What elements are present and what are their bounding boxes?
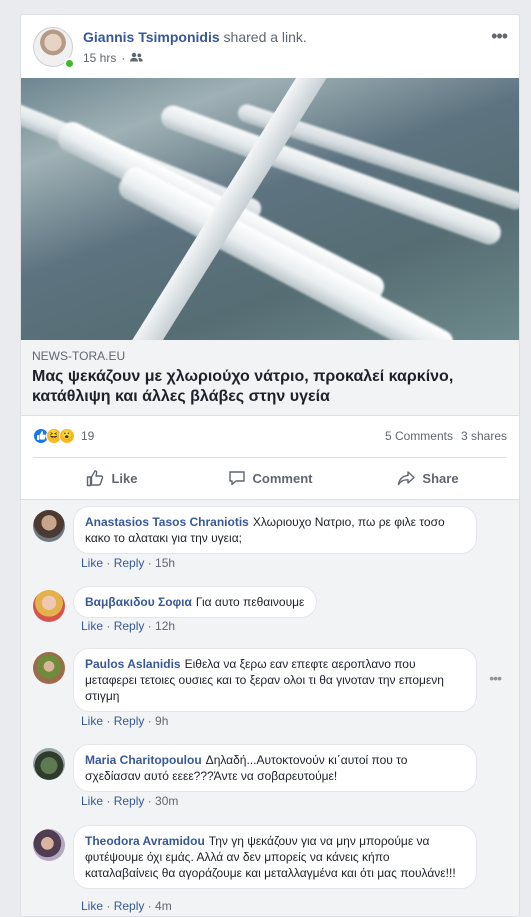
commenter-avatar[interactable] bbox=[33, 510, 65, 542]
commenter-name[interactable]: Theodora Avramidou bbox=[85, 834, 205, 848]
share-count[interactable]: 3 shares bbox=[461, 429, 507, 443]
comment: Βαμβακιδου Σοφια Για αυτο πεθαινουμε Like… bbox=[33, 586, 509, 638]
comment-time[interactable]: 12h bbox=[155, 619, 175, 633]
like-button[interactable]: Like bbox=[33, 461, 191, 495]
link-domain: NEWS-TORA.EU bbox=[32, 349, 126, 363]
comment-icon bbox=[228, 471, 245, 486]
comment-reply-link[interactable]: Reply bbox=[114, 899, 145, 913]
comment-actions: Like · Reply · 12h bbox=[81, 619, 176, 633]
comment: Maria Charitopoulou Δηλαδή...Αυτοκτονούν … bbox=[33, 744, 509, 814]
comment-actions: Like · Reply · 30m bbox=[81, 794, 179, 808]
commenter-name[interactable]: Anastasios Tasos Chraniotis bbox=[85, 515, 249, 529]
post-stats: 😆 😮 19 5 Comments 3 shares bbox=[33, 427, 507, 447]
commenter-name[interactable]: Paulos Aslanidis bbox=[85, 657, 181, 671]
author-name[interactable]: Giannis Tsimponidis bbox=[83, 29, 220, 45]
post-header: Giannis Tsimponidis shared a link. 15 hr… bbox=[33, 27, 508, 69]
post-actions: Like Comment Share bbox=[33, 461, 507, 495]
comment-button-label: Comment bbox=[252, 470, 313, 486]
link-preview[interactable]: NEWS-TORA.EU Μας ψεκάζουν με χλωριούχο ν… bbox=[21, 340, 519, 416]
share-button[interactable]: Share bbox=[349, 461, 507, 495]
comment-actions: Like · Reply · 4m bbox=[81, 899, 172, 913]
post-header-line: Giannis Tsimponidis shared a link. bbox=[83, 29, 307, 45]
comment-bubble: Βαμβακιδου Σοφια Για αυτο πεθαινουμε bbox=[73, 586, 318, 618]
comment-reply-link[interactable]: Reply bbox=[114, 714, 145, 728]
comment: Anastasios Tasos Chraniotis Χλωριουχο Νατ… bbox=[33, 506, 509, 576]
engagement-counts: 5 Comments 3 shares bbox=[385, 429, 507, 443]
share-arrow-icon bbox=[398, 471, 416, 486]
commenter-name[interactable]: Βαμβακιδου Σοφια bbox=[85, 595, 192, 609]
comment-reply-link[interactable]: Reply bbox=[114, 794, 145, 808]
comment-text: Για αυτο πεθαινουμε bbox=[195, 595, 305, 609]
comment-actions: Like · Reply · 15h bbox=[81, 556, 176, 570]
commenter-avatar[interactable] bbox=[33, 590, 65, 622]
commenter-name[interactable]: Maria Charitopoulou bbox=[85, 753, 202, 767]
like-button-label: Like bbox=[111, 470, 138, 486]
shared-link[interactable]: link. bbox=[282, 29, 307, 45]
comment-options-icon[interactable]: ••• bbox=[489, 670, 502, 686]
comment: Paulos Aslanidis Ειθελα να ξερω εαν επεφτ… bbox=[33, 648, 509, 734]
comments-section: Anastasios Tasos Chraniotis Χλωριουχο Νατ… bbox=[21, 499, 519, 916]
post-meta: 15 hrs · bbox=[83, 51, 144, 65]
comment-actions: Like · Reply · 9h bbox=[81, 714, 169, 728]
commenter-avatar[interactable] bbox=[33, 829, 65, 861]
comment: Theodora Avramidou Την γη ψεκάζουν για να… bbox=[33, 825, 509, 916]
comment-reply-link[interactable]: Reply bbox=[114, 619, 145, 633]
commenter-avatar[interactable] bbox=[33, 652, 65, 684]
comment-bubble: Maria Charitopoulou Δηλαδή...Αυτοκτονούν … bbox=[73, 744, 477, 792]
comment-bubble: Theodora Avramidou Την γη ψεκάζουν για να… bbox=[73, 825, 477, 889]
shared-prefix: shared a bbox=[223, 29, 279, 45]
comment-like-link[interactable]: Like bbox=[81, 556, 103, 570]
post-card: Giannis Tsimponidis shared a link. 15 hr… bbox=[20, 14, 520, 917]
comment-reply-link[interactable]: Reply bbox=[114, 556, 145, 570]
link-preview-image[interactable] bbox=[21, 78, 519, 340]
meta-separator: · bbox=[121, 51, 126, 65]
share-button-label: Share bbox=[422, 470, 459, 486]
comment-time[interactable]: 30m bbox=[155, 794, 178, 808]
divider bbox=[33, 457, 507, 458]
comment-like-link[interactable]: Like bbox=[81, 794, 103, 808]
friends-icon[interactable] bbox=[130, 51, 144, 65]
thumbs-up-icon bbox=[87, 470, 104, 487]
comment-like-link[interactable]: Like bbox=[81, 714, 103, 728]
comment-time[interactable]: 4m bbox=[155, 899, 172, 913]
reactions-summary[interactable]: 😆 😮 19 bbox=[33, 428, 94, 444]
comment-like-link[interactable]: Like bbox=[81, 619, 103, 633]
comment-time[interactable]: 15h bbox=[155, 556, 175, 570]
commenter-avatar[interactable] bbox=[33, 748, 65, 780]
comment-time[interactable]: 9h bbox=[155, 714, 168, 728]
post-options-icon[interactable]: ••• bbox=[491, 27, 508, 45]
post-time[interactable]: 15 hrs bbox=[83, 51, 116, 65]
online-status-indicator bbox=[64, 58, 75, 69]
comment-count[interactable]: 5 Comments bbox=[385, 429, 453, 443]
comment-button[interactable]: Comment bbox=[191, 461, 349, 495]
shared-text: shared a link. bbox=[224, 29, 307, 45]
comment-bubble: Anastasios Tasos Chraniotis Χλωριουχο Νατ… bbox=[73, 506, 477, 554]
wow-icon: 😮 bbox=[59, 428, 75, 444]
link-title[interactable]: Μας ψεκάζουν με χλωριούχο νάτριο, προκαλ… bbox=[32, 367, 511, 407]
comment-like-link[interactable]: Like bbox=[81, 899, 103, 913]
comment-bubble: Paulos Aslanidis Ειθελα να ξερω εαν επεφτ… bbox=[73, 648, 477, 712]
reaction-count[interactable]: 19 bbox=[81, 429, 94, 443]
